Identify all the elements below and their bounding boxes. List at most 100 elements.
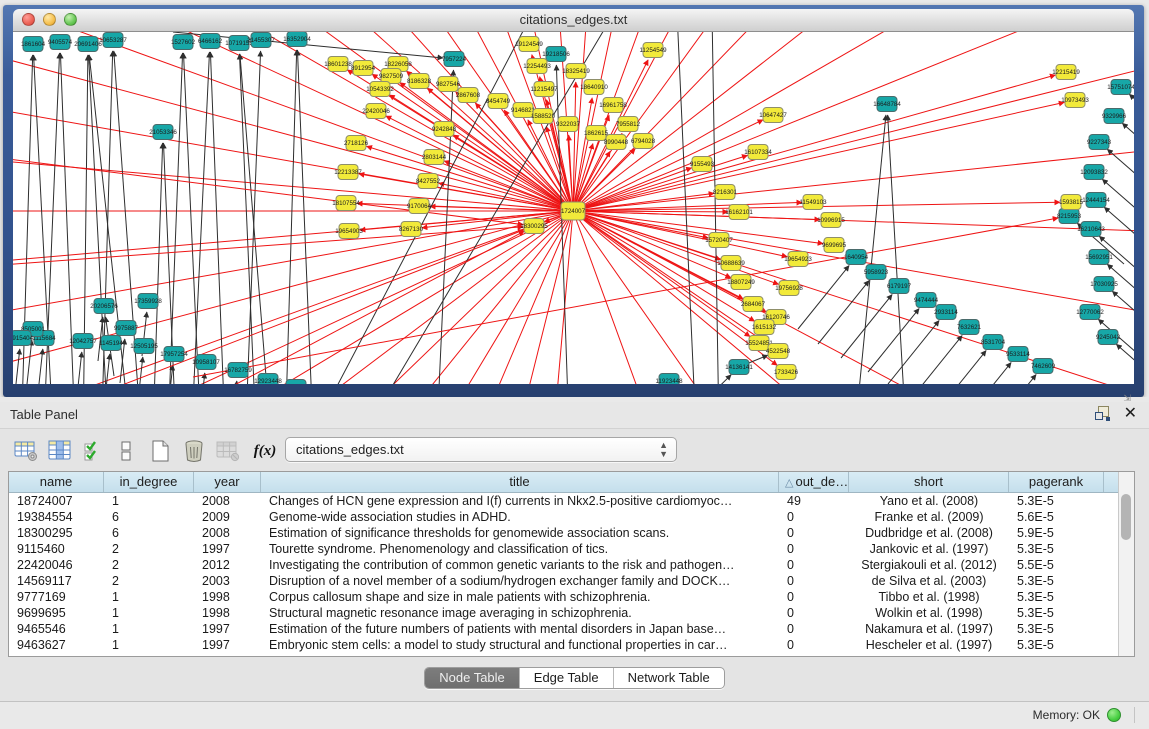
graph-node[interactable]: 4522548	[766, 344, 791, 359]
graph-node[interactable]: 21053346	[149, 125, 177, 140]
graph-node[interactable]: 12093832	[1080, 165, 1108, 180]
graph-node[interactable]: 11549103	[799, 195, 827, 210]
table-row[interactable]: 1872400712008Changes of HCN gene express…	[9, 493, 1134, 509]
citation-edge-red[interactable]	[13, 211, 573, 384]
graph-node[interactable]: 18325419	[562, 64, 590, 79]
graph-node[interactable]: 12505195	[130, 339, 158, 354]
graph-node[interactable]: 19654903	[335, 224, 363, 239]
citation-edge-black[interactable]	[1104, 207, 1134, 248]
graph-node[interactable]: 9329966	[1102, 109, 1127, 124]
graph-node[interactable]: 17957254	[160, 347, 188, 362]
table-row[interactable]: 1456911722003Disruption of a novel membe…	[9, 573, 1134, 589]
tab-network-table[interactable]: Network Table	[614, 668, 724, 688]
citation-edge-black[interactable]	[60, 53, 75, 384]
citation-edge-black[interactable]	[240, 54, 271, 384]
column-header-pagerank[interactable]: pagerank	[1009, 472, 1104, 492]
table-settings-button[interactable]	[12, 437, 40, 465]
graph-node[interactable]: 8454749	[486, 94, 511, 109]
graph-node[interactable]: 16162101	[725, 205, 753, 220]
column-header-in_degree[interactable]: in_degree	[104, 472, 194, 492]
citation-edge-red[interactable]	[573, 211, 1134, 238]
table-row[interactable]: 1938455462009Genome-wide association stu…	[9, 509, 1134, 525]
table-row[interactable]: 946362711997Embryonic stem cells: a mode…	[9, 637, 1134, 653]
column-header-short[interactable]: short	[849, 472, 1009, 492]
graph-node[interactable]: 1145194	[99, 336, 123, 351]
graph-node[interactable]: 7957224	[442, 52, 467, 67]
graph-node[interactable]: 9699695	[822, 238, 847, 253]
graph-node[interactable]: 15751074	[1107, 80, 1134, 95]
graph-node[interactable]: 8216301	[713, 185, 738, 200]
graph-node[interactable]: 12923448	[254, 374, 282, 385]
float-panel-icon[interactable]	[1095, 406, 1110, 421]
graph-node[interactable]: 16107334	[744, 145, 772, 160]
show-columns-button[interactable]	[46, 437, 74, 465]
column-header-name[interactable]: name	[9, 472, 104, 492]
graph-node[interactable]: 1861604	[21, 37, 46, 52]
graph-node[interactable]: 9405574	[48, 35, 73, 50]
graph-node[interactable]: 9533114	[1006, 347, 1030, 362]
column-header-title[interactable]: title	[261, 472, 779, 492]
graph-node[interactable]: 2718126	[344, 136, 369, 151]
citation-edge-red[interactable]	[13, 211, 573, 343]
network-window-titlebar[interactable]: citations_edges.txt	[13, 9, 1134, 32]
citation-edge-red[interactable]	[366, 146, 573, 211]
graph-node[interactable]: 22420046	[362, 104, 390, 119]
graph-node[interactable]: 15692951	[1085, 250, 1113, 265]
graph-node[interactable]: 9242848	[432, 122, 457, 137]
citation-edge-black[interactable]	[191, 52, 209, 384]
citation-edge-black[interactable]	[27, 340, 32, 384]
select-columns-button[interactable]	[80, 437, 108, 465]
table-row[interactable]: 969969511998Structural magnetic resonanc…	[9, 605, 1134, 621]
graph-node[interactable]: 16648784	[873, 97, 901, 112]
citation-edge-black[interactable]	[285, 50, 297, 384]
graph-node[interactable]: 12213387	[334, 165, 362, 180]
graph-node[interactable]: 9322037	[556, 117, 581, 132]
graph-node[interactable]: 9474444	[914, 293, 939, 308]
graph-node[interactable]: 21455307	[247, 33, 275, 48]
graph-node[interactable]: 11254549	[639, 43, 667, 58]
citation-edge-black[interactable]	[210, 52, 225, 384]
graph-node[interactable]: 20691406	[74, 37, 102, 52]
graph-node[interactable]: 18601238	[324, 57, 352, 72]
graph-node[interactable]: 2803144	[422, 150, 447, 165]
graph-node[interactable]: 18807249	[727, 275, 755, 290]
citation-edge-black[interactable]	[437, 70, 453, 384]
citation-edge-black[interactable]	[183, 53, 201, 384]
citation-edge-black[interactable]	[841, 295, 892, 358]
graph-node[interactable]: 12042757	[69, 334, 97, 349]
graph-node[interactable]: 1733426	[774, 365, 799, 380]
citation-edge-black[interactable]	[677, 32, 696, 384]
function-builder-button[interactable]: f(x)	[248, 437, 282, 465]
graph-node[interactable]: 6179197	[887, 279, 912, 294]
graph-node[interactable]: 16210643	[1077, 222, 1105, 237]
graph-node[interactable]: 10973493	[1061, 93, 1089, 108]
citation-edge-red[interactable]	[444, 161, 573, 211]
graph-node[interactable]: 16961758	[599, 98, 627, 113]
citation-edge-black[interactable]	[798, 266, 849, 329]
graph-node[interactable]: 1588520	[531, 109, 556, 124]
table-row[interactable]: 2242004622012Investigating the contribut…	[9, 557, 1134, 573]
column-header-out_de[interactable]: △out_de…	[779, 472, 849, 492]
citation-edge-black[interactable]	[1116, 344, 1134, 384]
citation-edge-red[interactable]	[13, 211, 573, 384]
graph-node[interactable]: 11923448	[655, 374, 683, 385]
table-row[interactable]: 977716911998Corpus callosum shape and si…	[9, 589, 1134, 605]
column-header-year[interactable]: year	[194, 472, 261, 492]
citation-edge-red[interactable]	[26, 211, 573, 384]
table-row[interactable]: 911546021997Tourette syndrome. Phenomeno…	[9, 541, 1134, 557]
table-selector-dropdown[interactable]: citations_edges.txt ▲▼	[285, 437, 677, 462]
graph-node[interactable]: 10958107	[192, 355, 220, 370]
citation-edge-red[interactable]	[13, 211, 573, 384]
vertical-scrollbar[interactable]	[1118, 472, 1134, 656]
graph-node[interactable]: 18640910	[580, 80, 608, 95]
graph-node[interactable]: 2684067	[741, 297, 766, 312]
graph-node[interactable]: 12254493	[523, 59, 551, 74]
citation-edge-black[interactable]	[77, 352, 82, 384]
network-view-frame[interactable]: citations_edges.txt 18616049405574206914…	[3, 5, 1144, 397]
citation-edge-black[interactable]	[1129, 94, 1134, 135]
graph-node[interactable]: 9227343	[1087, 135, 1112, 150]
graph-node[interactable]: 12215419	[1052, 65, 1080, 80]
graph-node[interactable]: 7632621	[957, 320, 982, 335]
citation-edge-black[interactable]	[1112, 291, 1134, 332]
citation-edge-red[interactable]	[573, 32, 731, 211]
